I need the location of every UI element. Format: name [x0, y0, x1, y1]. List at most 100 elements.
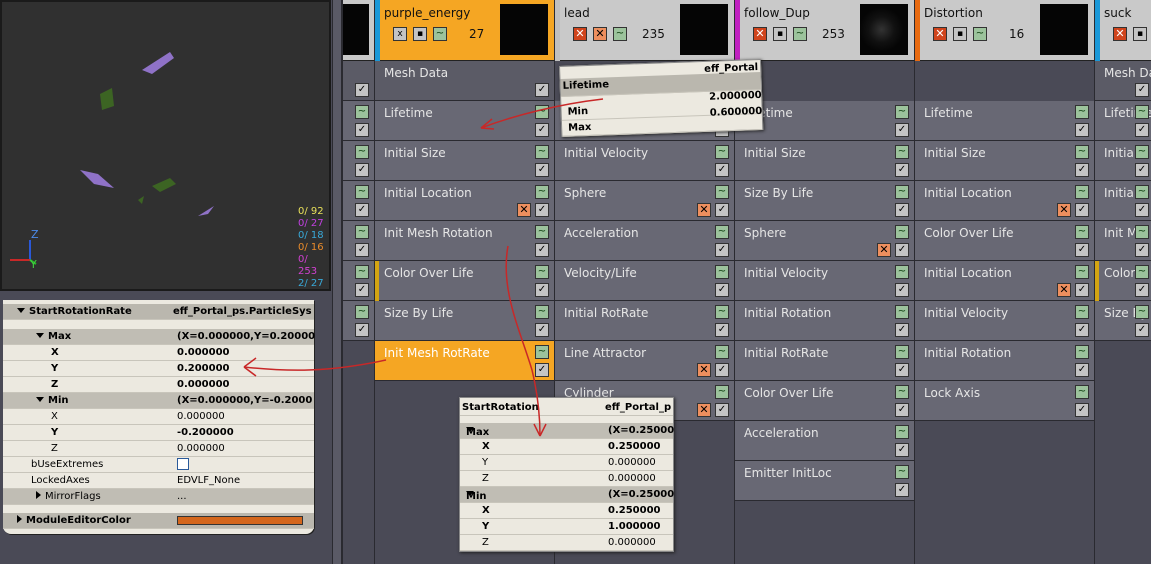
module-initial-size[interactable]: Initial Size ~ ✓: [915, 141, 1094, 181]
module-enable-checkbox[interactable]: ✓: [1135, 203, 1149, 217]
emitter-column-Distortion[interactable]: Distortion ✕ ▪ ~16 Lifetime ~ ✓ Initial Size ~ ✓ I…: [914, 0, 1094, 564]
prop-module-editor-color[interactable]: ModuleEditorColor: [3, 513, 314, 529]
prop-max-x[interactable]: X 0.000000: [3, 345, 314, 361]
module-enable-checkbox[interactable]: ✓: [535, 283, 549, 297]
module-enable-checkbox[interactable]: ✓: [1075, 323, 1089, 337]
curve-editor-icon[interactable]: ~: [1075, 385, 1089, 399]
render-mode-icon[interactable]: ✕: [593, 27, 607, 41]
module-enable-checkbox[interactable]: ✓: [1135, 243, 1149, 257]
module-enable-checkbox[interactable]: ✓: [355, 123, 369, 137]
curve-editor-icon[interactable]: ~: [535, 305, 549, 319]
curve-editor-icon[interactable]: ~: [355, 185, 369, 199]
module-enable-checkbox[interactable]: ✓: [535, 323, 549, 337]
curve-editor-icon[interactable]: ~: [895, 105, 909, 119]
curve-editor-icon[interactable]: ~: [1135, 105, 1149, 119]
module-mesh-data[interactable]: Mesh Data ✓: [375, 61, 554, 101]
curve-editor-icon[interactable]: ~: [1075, 345, 1089, 359]
curve-editor-icon[interactable]: ~: [895, 185, 909, 199]
module-initial-location[interactable]: Initial Location ~ ✓ ✕: [915, 181, 1094, 221]
expand-arrow-icon[interactable]: [36, 491, 41, 499]
module-initial-rotrate[interactable]: Initial RotRate ~ ✓: [555, 301, 734, 341]
module-initial-s[interactable]: Initial S ~ ✓: [1095, 181, 1151, 221]
module-acceleration[interactable]: Acceleration ~ ✓: [735, 421, 914, 461]
module-enable-checkbox[interactable]: ✓: [355, 163, 369, 177]
module-enable-checkbox[interactable]: ✓: [1075, 363, 1089, 377]
prop-min-x[interactable]: X 0.000000: [3, 409, 314, 425]
module-enable-checkbox[interactable]: ✓: [1135, 323, 1149, 337]
module-enable-checkbox[interactable]: ✓: [1135, 123, 1149, 137]
curve-editor-icon[interactable]: ~: [973, 27, 987, 41]
3d-draw-toggle-icon[interactable]: ✕: [517, 203, 531, 217]
curve-editor-icon[interactable]: ~: [715, 305, 729, 319]
module-initial-velocity[interactable]: Initial Velocity ~ ✓: [555, 141, 734, 181]
editor-color-swatch[interactable]: [177, 516, 303, 525]
module-initial-size[interactable]: Initial Size ~ ✓: [735, 141, 914, 181]
module-lifetime[interactable]: Lifetime ~ ✓: [375, 101, 554, 141]
module-acceleration[interactable]: Acceleration ~ ✓: [555, 221, 734, 261]
module-enable-checkbox[interactable]: ✓: [535, 123, 549, 137]
render-mode-icon[interactable]: ▪: [413, 27, 427, 41]
curve-editor-icon[interactable]: ~: [895, 225, 909, 239]
curve-editor-icon[interactable]: ~: [535, 225, 549, 239]
render-mode-icon[interactable]: ▪: [953, 27, 967, 41]
module-stub[interactable]: ~ ✓: [343, 181, 374, 221]
preview-viewport[interactable]: Z Y 0/ 920/ 270/ 180/ 160/ 2532/ 270/ 37: [0, 0, 331, 291]
3d-draw-toggle-icon[interactable]: ✕: [1057, 283, 1071, 297]
prop-max[interactable]: Max (X=0.000000,Y=0.20000: [3, 329, 315, 345]
properties-panel[interactable]: StartRotationRate eff_Portal_ps.Particle…: [3, 300, 315, 534]
module-enable-checkbox[interactable]: ✓: [895, 363, 909, 377]
module-enable-checkbox[interactable]: ✓: [355, 243, 369, 257]
module-enable-checkbox[interactable]: ✓: [1075, 123, 1089, 137]
module-initial-location[interactable]: Initial Location ~ ✓ ✕: [375, 181, 554, 221]
module-initial-rotation[interactable]: Initial Rotation ~ ✓: [915, 341, 1094, 381]
curve-editor-icon[interactable]: ~: [1075, 145, 1089, 159]
expand-arrow-icon[interactable]: [17, 308, 25, 313]
emitter-header[interactable]: [343, 0, 374, 61]
module-enable-checkbox[interactable]: ✓: [1075, 203, 1089, 217]
module-enable-checkbox[interactable]: ✓: [715, 363, 729, 377]
module-stub[interactable]: ~ ✓: [343, 221, 374, 261]
module-enable-checkbox[interactable]: ✓: [535, 163, 549, 177]
curve-editor-icon[interactable]: ~: [1135, 185, 1149, 199]
curve-editor-icon[interactable]: ~: [1075, 105, 1089, 119]
module-enable-checkbox[interactable]: ✓: [535, 203, 549, 217]
prop-locked-axes[interactable]: LockedAxes EDVLF_None: [3, 473, 314, 489]
curve-editor-icon[interactable]: ~: [355, 225, 369, 239]
module-enable-checkbox[interactable]: ✓: [715, 203, 729, 217]
module-enable-checkbox[interactable]: ✓: [1075, 403, 1089, 417]
curve-editor-icon[interactable]: ~: [355, 145, 369, 159]
module-enable-checkbox[interactable]: ✓: [355, 83, 369, 97]
module-init-me[interactable]: Init Me ~ ✓: [1095, 221, 1151, 261]
module-enable-checkbox[interactable]: ✓: [1135, 163, 1149, 177]
module-mesh-data[interactable]: Mesh Data ✓: [1095, 61, 1151, 101]
module-enable-checkbox[interactable]: ✓: [895, 403, 909, 417]
module-sphere[interactable]: Sphere ~ ✓ ✕: [735, 221, 914, 261]
module-enable-checkbox[interactable]: ✓: [355, 323, 369, 337]
expand-arrow-icon[interactable]: [36, 333, 44, 338]
curve-editor-icon[interactable]: ~: [535, 345, 549, 359]
3d-draw-toggle-icon[interactable]: ✕: [697, 203, 711, 217]
module-enable-checkbox[interactable]: ✓: [1075, 163, 1089, 177]
module-lifetime[interactable]: Lifetime ~ ✓: [915, 101, 1094, 141]
curve-editor-icon[interactable]: ~: [535, 265, 549, 279]
prop-min[interactable]: Min (X=0.000000,Y=-0.2000: [3, 393, 314, 409]
curve-editor-icon[interactable]: ~: [1075, 185, 1089, 199]
module-enable-checkbox[interactable]: ✓: [895, 443, 909, 457]
module-enable-checkbox[interactable]: ✓: [355, 283, 369, 297]
module-stub[interactable]: ~ ✓: [343, 101, 374, 141]
module-enable-checkbox[interactable]: ✓: [1135, 283, 1149, 297]
3d-draw-toggle-icon[interactable]: ✕: [697, 363, 711, 377]
module-enable-checkbox[interactable]: ✓: [535, 243, 549, 257]
curve-editor-icon[interactable]: ~: [895, 345, 909, 359]
3d-draw-toggle-icon[interactable]: ✕: [697, 403, 711, 417]
curve-editor-icon[interactable]: ~: [895, 305, 909, 319]
curve-editor-icon[interactable]: ~: [1135, 225, 1149, 239]
module-enable-checkbox[interactable]: ✓: [895, 283, 909, 297]
emitter-header[interactable]: suck✕▪~: [1095, 0, 1151, 61]
module-initial-size[interactable]: Initial Size ~ ✓: [375, 141, 554, 181]
module-stub[interactable]: ~ ✓: [343, 261, 374, 301]
expand-arrow-icon[interactable]: [17, 515, 22, 523]
module-initial-velocity[interactable]: Initial Velocity ~ ✓: [915, 301, 1094, 341]
module-color-over-life[interactable]: Color Over Life ~ ✓: [915, 221, 1094, 261]
module-stub[interactable]: ~ ✓: [343, 301, 374, 341]
